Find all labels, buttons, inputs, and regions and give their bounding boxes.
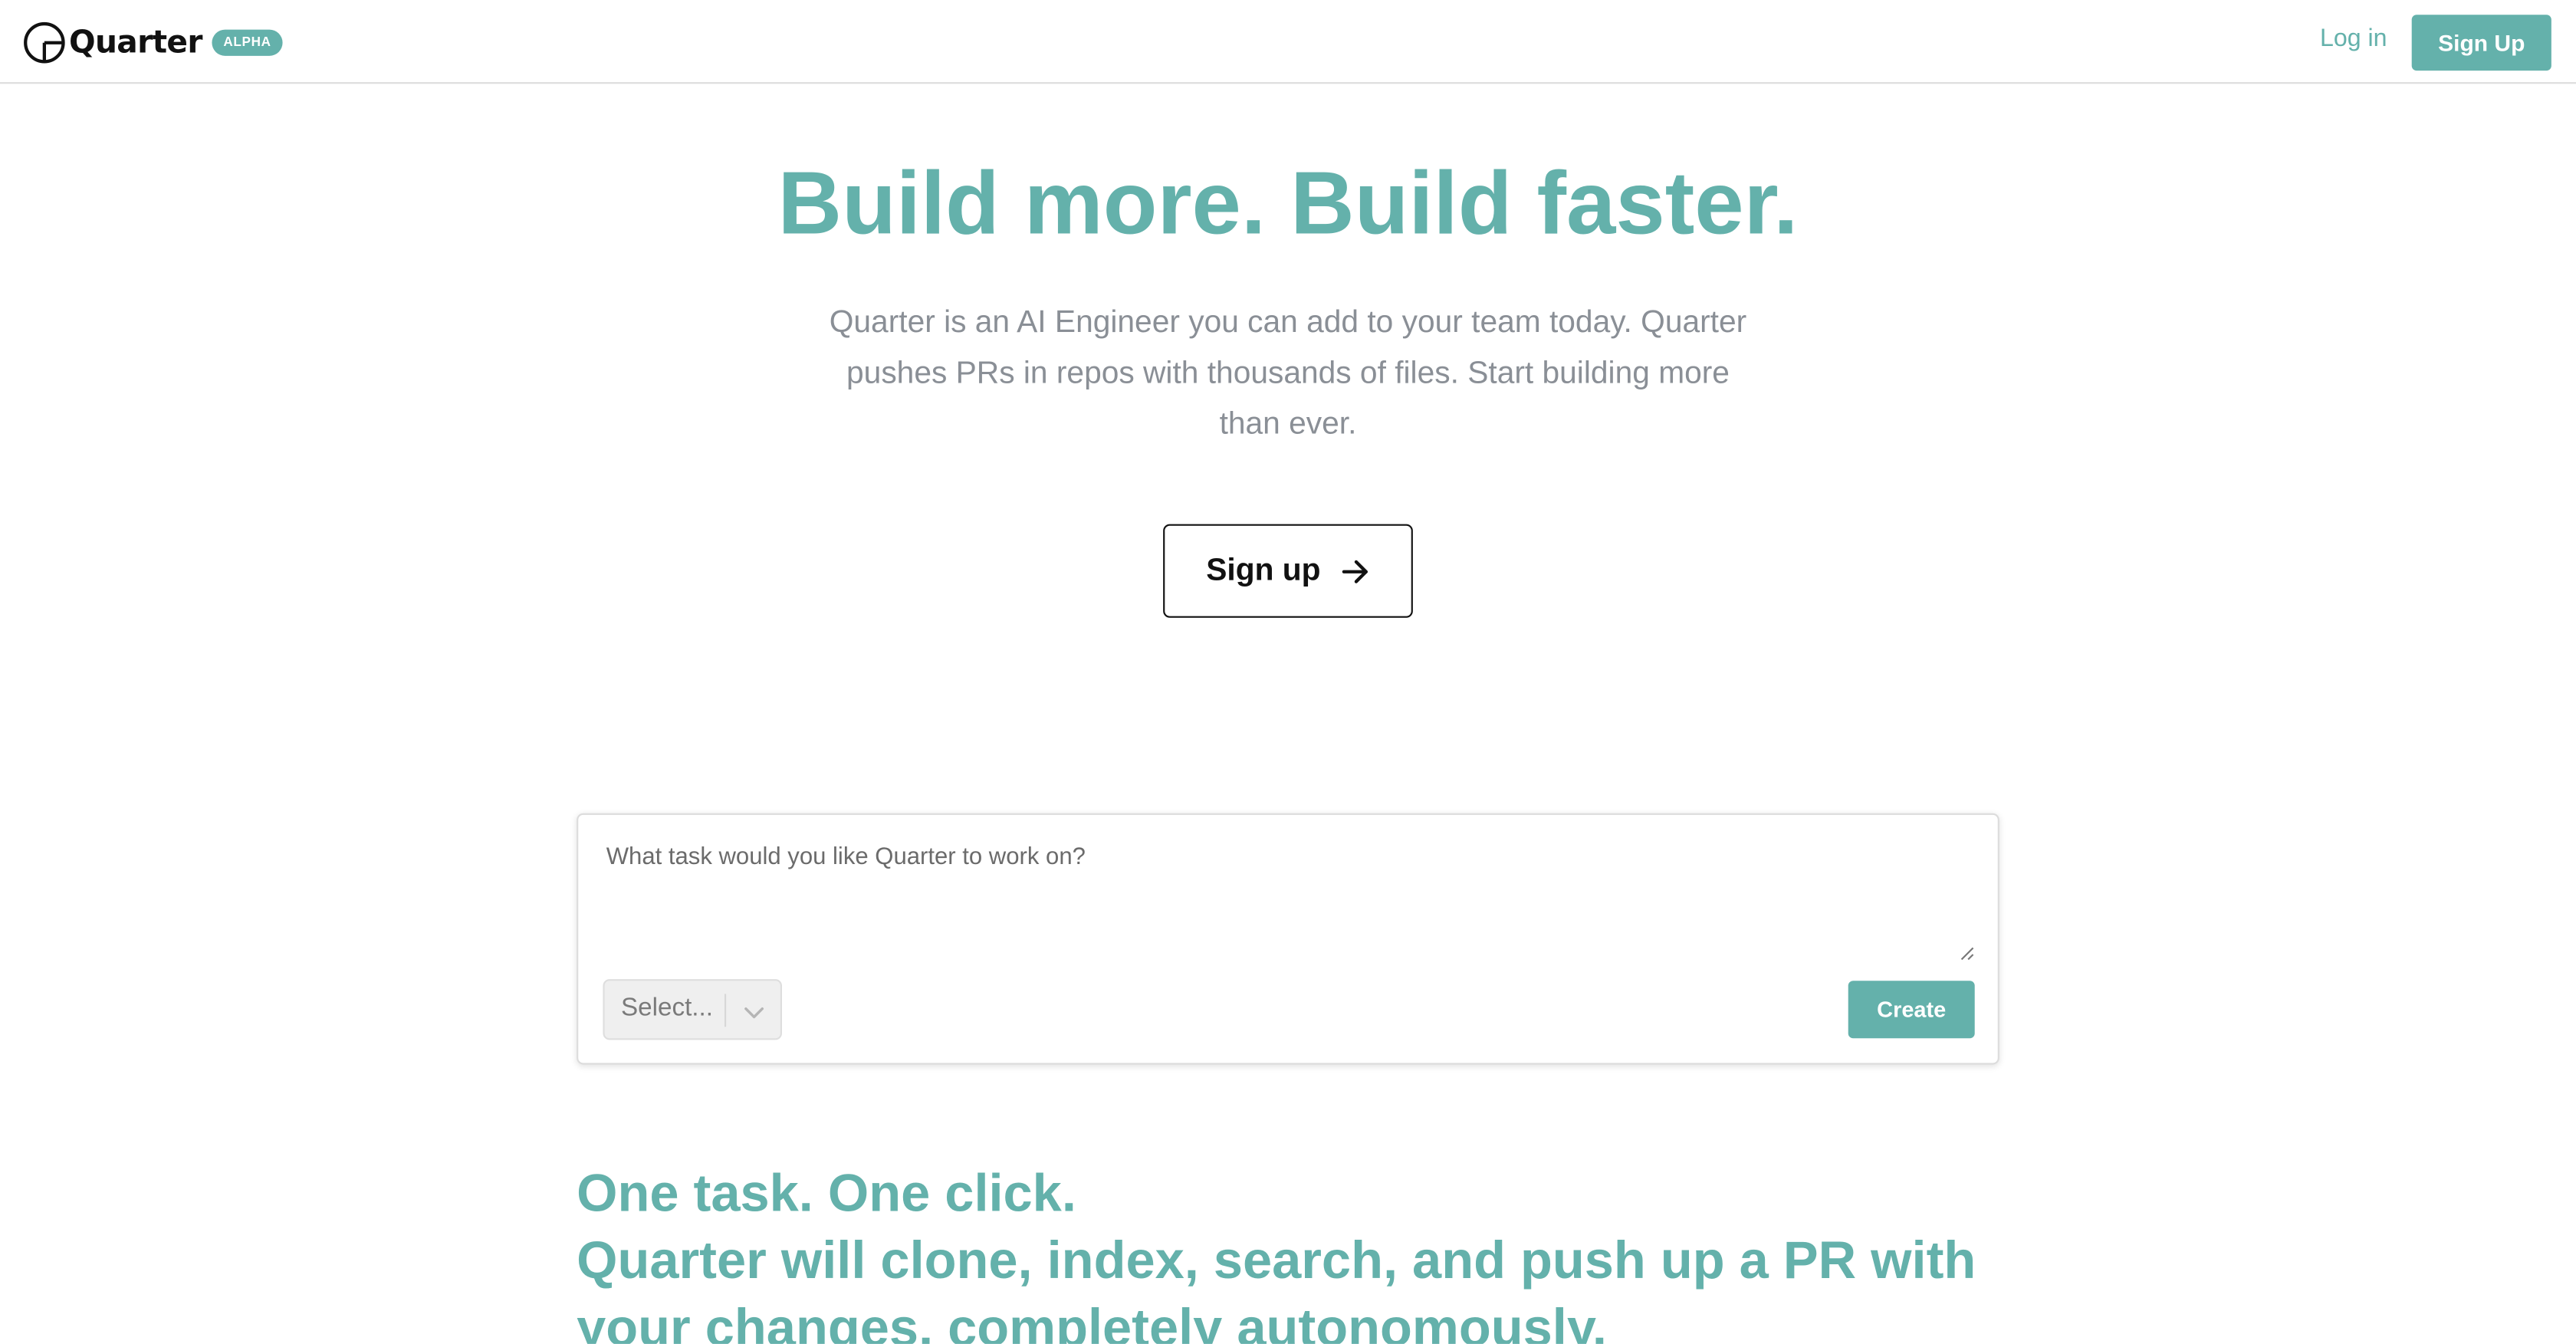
hero-title: Build more. Build faster.	[777, 154, 1799, 253]
signup-button[interactable]: Sign Up	[2411, 15, 2551, 71]
brand-logo[interactable]: Quarter	[23, 21, 202, 64]
feature-headline: One task. One click. Quarter will clone,…	[577, 1160, 2055, 1344]
top-navbar: Quarter ALPHA Log in Sign Up	[0, 0, 2576, 84]
select-divider	[724, 994, 727, 1027]
quarter-circle-logo-icon	[24, 21, 65, 64]
feature-line-2: Quarter will clone, index, search, and p…	[577, 1231, 1976, 1290]
hero-signup-button[interactable]: Sign up	[1163, 524, 1413, 618]
hero-subtitle: Quarter is an AI Engineer you can add to…	[829, 305, 1747, 442]
resize-handle-icon[interactable]	[1955, 941, 1975, 961]
repo-select[interactable]: Select...	[603, 979, 782, 1040]
task-composer: Select... Create	[577, 813, 1999, 1065]
brand-name: Quarter	[69, 25, 202, 61]
select-value: Select...	[621, 994, 713, 1022]
chevron-down-icon	[744, 1007, 764, 1019]
page: Quarter ALPHA Log in Sign Up Build more.…	[0, 0, 2576, 1344]
login-link[interactable]: Log in	[2320, 25, 2387, 52]
create-button[interactable]: Create	[1848, 981, 1975, 1039]
task-input[interactable]	[591, 828, 1975, 960]
feature-line-1: One task. One click.	[577, 1163, 1076, 1223]
hero-signup-label: Sign up	[1206, 553, 1321, 588]
alpha-badge: ALPHA	[212, 29, 283, 56]
feature-line-3: your changes, completely autonomously.	[577, 1297, 1607, 1344]
arrow-right-icon	[1342, 559, 1368, 583]
